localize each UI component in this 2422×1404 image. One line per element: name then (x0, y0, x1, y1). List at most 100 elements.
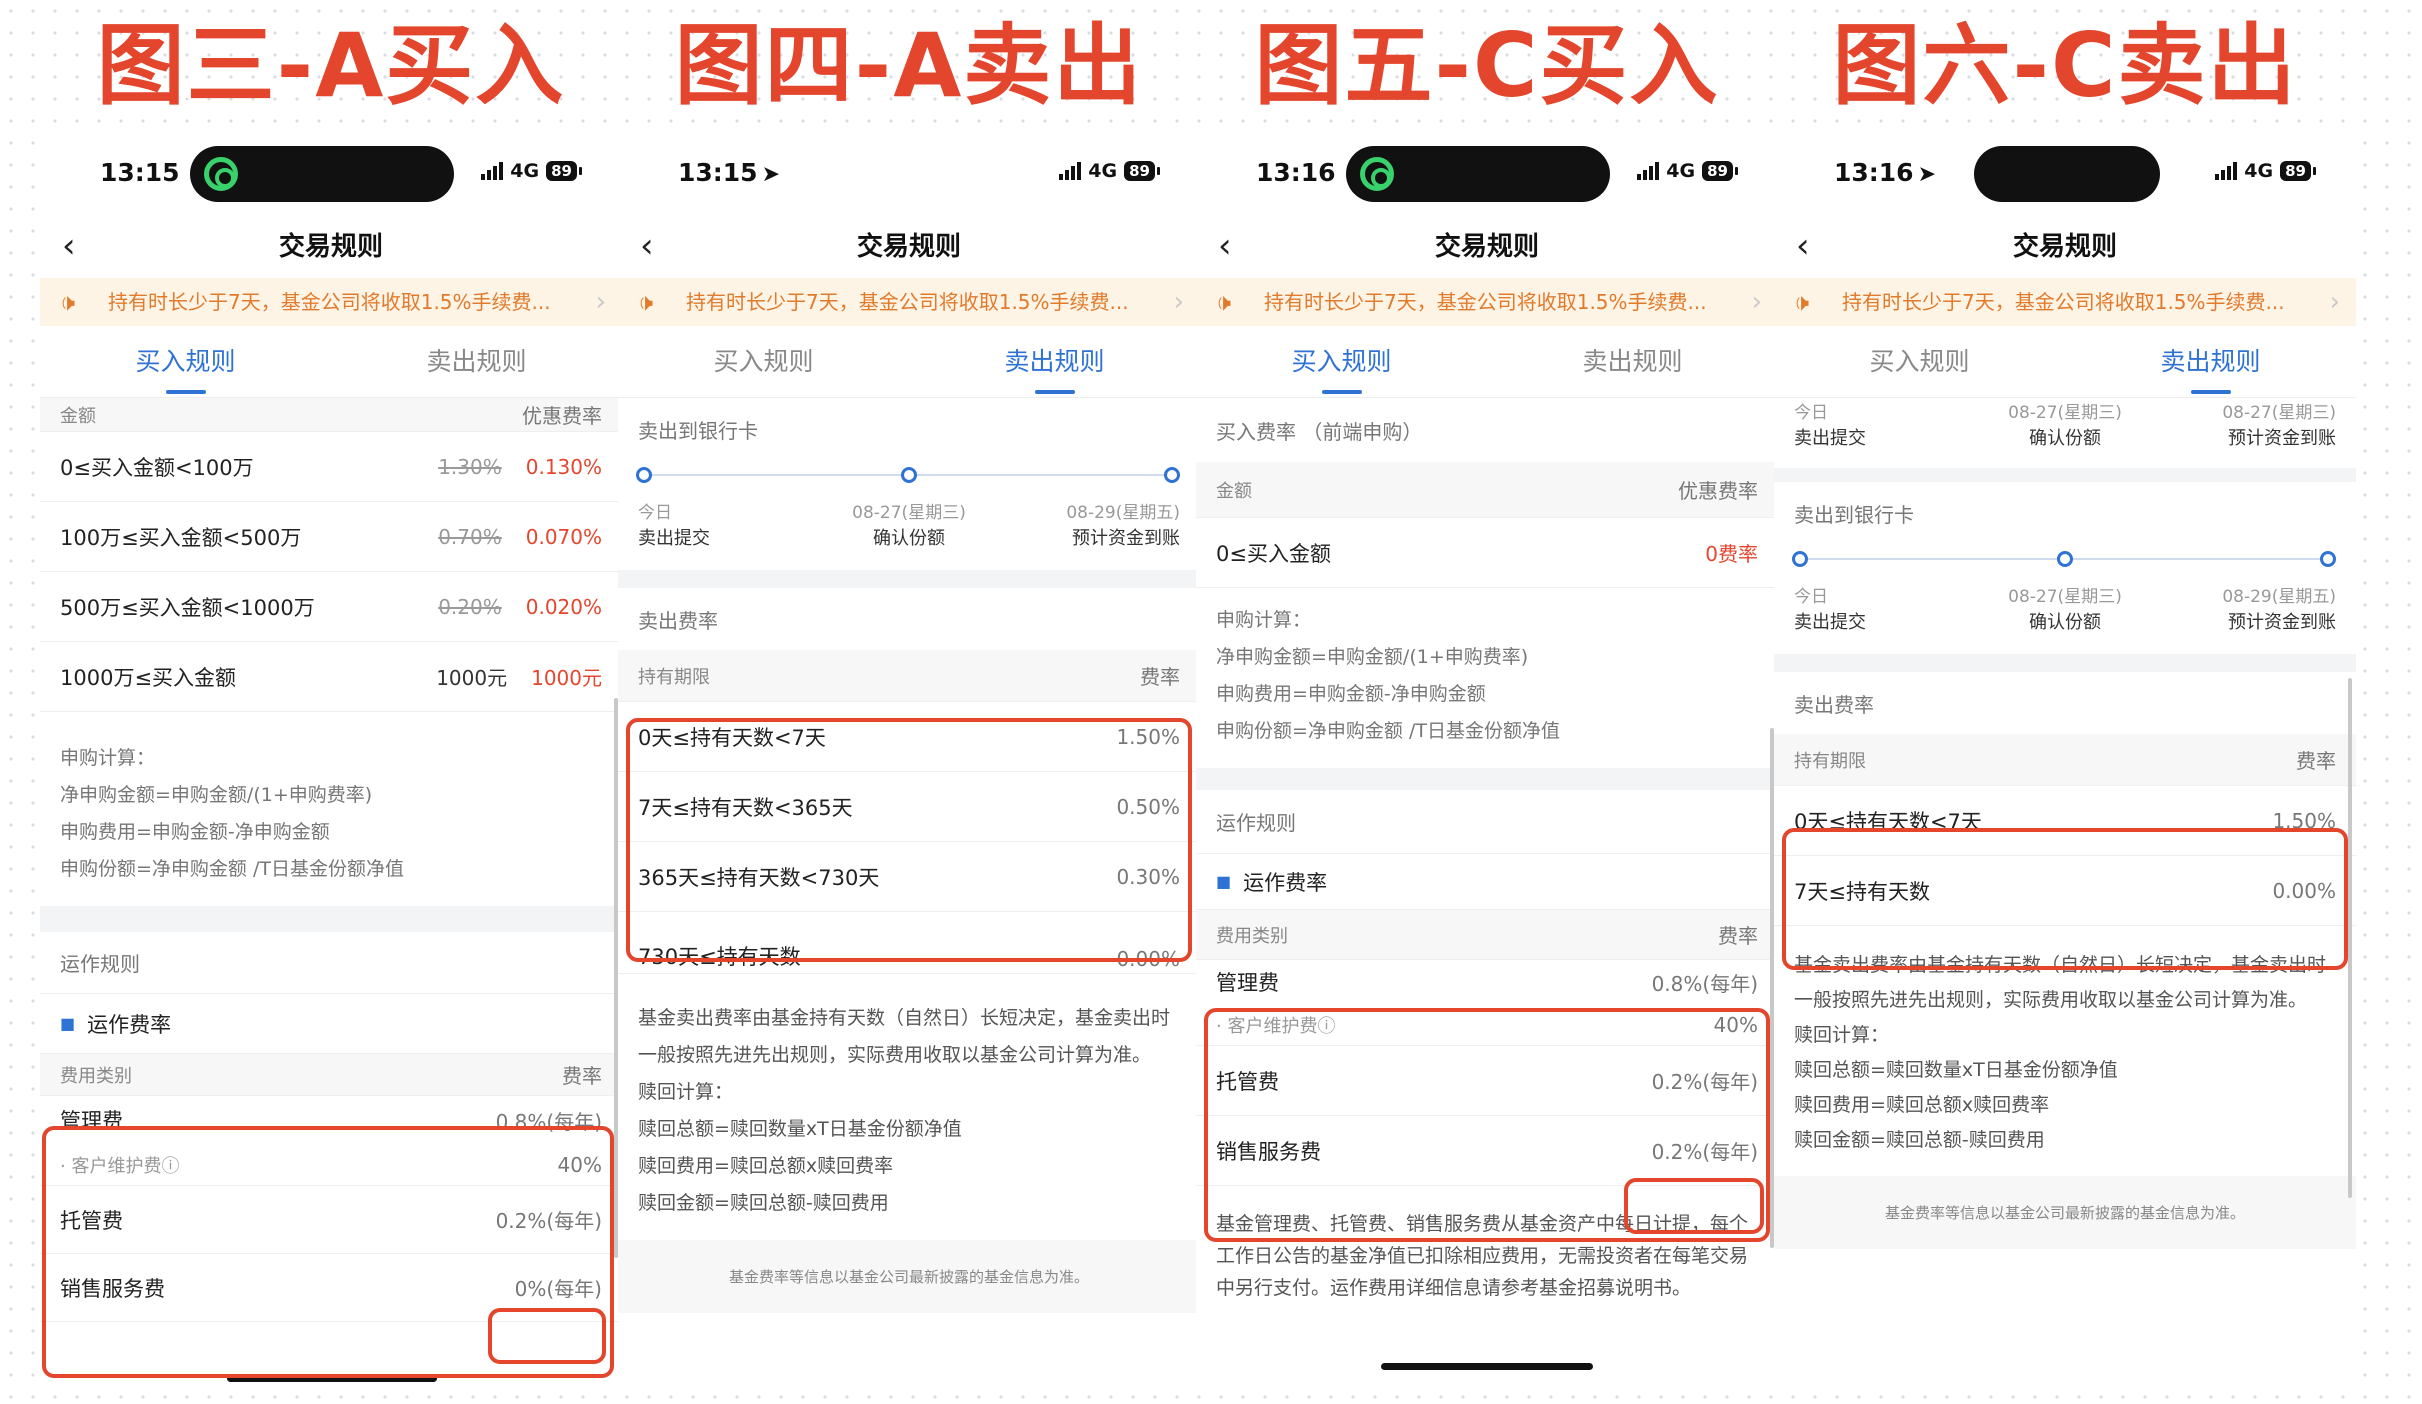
desc-paragraph: 基金卖出费率由基金持有天数（自然日）长短决定，基金卖出时一般按照先进先出规则，实… (638, 1007, 1171, 1066)
fee-sub-label[interactable]: · 客户维护费ⓘ (60, 1152, 558, 1178)
dynamic-island (190, 146, 454, 202)
holding-range: 7天≤持有天数 (1794, 879, 1930, 904)
notice-text: 持有时长少于7天，基金公司将收取1.5%手续费... (1842, 290, 2285, 314)
fee-value: 0.2%(每年) (1651, 1070, 1758, 1094)
header-fee-type: 费用类别 (1216, 925, 1288, 947)
sell-fee-title-row: 卖出费率 (618, 588, 1200, 650)
subscription-calc: 申购计算： 净申购金额=申购金额/(1+申购费率) 申购费用=申购金额-净申购金… (40, 712, 622, 906)
buy-fee-title: 买入费率 （前端申购） (1216, 419, 1423, 444)
fee-table-header: 持有期限 费率 (1774, 734, 2356, 786)
ops-table-header: 费用类别 费率 (40, 1054, 622, 1096)
table-row: 100万≤买入金额<500万 0.70% 0.070% (40, 502, 622, 572)
tab-sell-rules[interactable]: 卖出规则 (909, 326, 1200, 398)
tab-buy-rules[interactable]: 买入规则 (1774, 326, 2065, 398)
holding-range: 7天≤持有天数<365天 (638, 795, 853, 820)
nav-bar: ‹ 交易规则 (1196, 212, 1778, 274)
speaker-icon: 🕩 (1216, 288, 1232, 316)
fee-notice-banner[interactable]: 🕩 持有时长少于7天，基金公司将收取1.5%手续费... › (1774, 278, 2356, 326)
calc-line: 申购费用=申购金额-净申购金额 (60, 821, 330, 843)
discount-rate: 0.130% (525, 454, 602, 479)
sell-rate: 1.50% (2272, 808, 2336, 833)
home-indicator (227, 1375, 437, 1382)
sell-rate: 1.50% (1116, 724, 1180, 749)
signal-icon (1637, 162, 1660, 180)
subscription-calc: 申购计算： 净申购金额=申购金额/(1+申购费率) 申购费用=申购金额-净申购金… (1196, 588, 1778, 768)
dynamic-island (1346, 146, 1610, 202)
status-time: 13:15 (100, 158, 180, 187)
calc-line: 申购份额=净申购金额 /T日基金份额净值 (60, 858, 404, 880)
panel-title-2: 图四-A卖出 (674, 14, 1144, 117)
table-row: 7天≤持有天数<365天 0.50% (618, 772, 1200, 842)
calc-line: 赎回费用=赎回总额x赎回费率 (638, 1155, 894, 1177)
chevron-right-icon: › (1173, 287, 1184, 317)
holding-range: 730天≤持有天数 (638, 945, 801, 969)
ops-fee-description: 基金管理费、托管费、销售服务费从基金资产中每日计提，每个工作日公告的基金净值已扣… (1216, 1213, 1749, 1299)
rules-content[interactable]: 金额 优惠费率 0≤买入金额<100万 1.30% 0.130% 100万≤买入… (40, 398, 622, 1388)
scrollbar[interactable] (2348, 678, 2352, 1198)
sell-timeline: 今日 卖出提交 08-27(星期三) 确认份额 08-29(星期五) 预计资金到账 (1774, 544, 2356, 654)
calc-title: 申购计算： (60, 747, 156, 769)
status-bar: 13:15 4G 89 (40, 138, 622, 212)
network-label: 4G (2244, 160, 2274, 182)
status-bar: 13:16 ➤ 4G 89 (1774, 138, 2356, 212)
calc-line: 净申购金额=申购金额/(1+申购费率) (1216, 646, 1529, 668)
redemption-description: 基金卖出费率由基金持有天数（自然日）长短决定，基金卖出时一般按照先进先出规则，实… (618, 974, 1200, 1240)
location-arrow-icon: ➤ (1917, 162, 1937, 187)
calc-line: 净申购金额=申购金额/(1+申购费率) (60, 784, 373, 806)
timeline-step: 08-29(星期五) 预计资金到账 (2222, 587, 2336, 633)
rules-content[interactable]: 买入费率 （前端申购） 金额 优惠费率 0≤买入金额 0费率 申购计算： 净申购… (1196, 398, 1778, 1388)
fee-notice-banner[interactable]: 🕩 持有时长少于7天，基金公司将收取1.5%手续费... › (1196, 278, 1778, 326)
discount-rate: 1000元 (531, 666, 602, 690)
fee-table-header: 金额 优惠费率 (40, 398, 622, 432)
to-bank-title-row: 卖出到银行卡 (618, 398, 1200, 460)
rules-content[interactable]: 今日 卖出提交 08-27(星期三) 确认份额 08-27(星期三) 预计资金到账 卖… (1774, 398, 2356, 1388)
calc-line: 赎回总额=赎回数量xT日基金份额净值 (638, 1118, 962, 1140)
fee-label: 销售服务费 (60, 1276, 165, 1301)
ops-section-title: 运作规则 (40, 932, 622, 994)
fee-table-header: 持有期限 费率 (618, 650, 1200, 702)
tab-sell-rules[interactable]: 卖出规则 (1487, 326, 1778, 398)
timeline-dot (901, 467, 917, 483)
wechat-icon (1360, 157, 1394, 191)
speaker-icon: 🕩 (1794, 288, 1810, 316)
table-row: · 客户维护费ⓘ 40% (1196, 1004, 1778, 1046)
tab-buy-rules[interactable]: 买入规则 (40, 326, 331, 398)
sell-rate: 0.30% (1116, 864, 1180, 889)
tab-buy-rules[interactable]: 买入规则 (618, 326, 909, 398)
ops-title: 运作规则 (60, 952, 140, 976)
status-bar: 13:16 4G 89 (1196, 138, 1778, 212)
tab-sell-rules[interactable]: 卖出规则 (2065, 326, 2356, 398)
fee-table-header: 金额 优惠费率 (1196, 462, 1778, 518)
location-arrow-icon: ➤ (761, 162, 781, 187)
fee-notice-banner[interactable]: 🕩 持有时长少于7天，基金公司将收取1.5%手续费... › (618, 278, 1200, 326)
fee-sub-label[interactable]: · 客户维护费ⓘ (1216, 1012, 1714, 1038)
nav-bar: ‹ 交易规则 (618, 212, 1200, 274)
ops-subtitle: 运作费率 (87, 1012, 172, 1037)
table-row: 365天≤持有天数<730天 0.30% (618, 842, 1200, 912)
notice-text: 持有时长少于7天，基金公司将收取1.5%手续费... (686, 290, 1129, 314)
table-row: 管理费 0.8%(每年) (40, 1096, 622, 1144)
status-indicators: 4G 89 (1637, 160, 1738, 182)
ops-subtitle: 运作费率 (1243, 870, 1328, 895)
ops-title: 运作规则 (1216, 811, 1296, 835)
battery-icon: 89 (1124, 161, 1160, 181)
status-time: 13:15 ➤ (678, 158, 781, 187)
footer-disclaimer: 基金费率等信息以基金公司最新披露的基金信息为准。 (1774, 1176, 2356, 1249)
header-amount: 金额 (1216, 480, 1252, 502)
timeline-step: 08-27(星期三) 确认份额 (852, 503, 966, 549)
table-row: 0≤买入金额<100万 1.30% 0.130% (40, 432, 622, 502)
rules-content[interactable]: 卖出到银行卡 今日 卖出提交 08-27(星期三) 确认份额 08-29(星期五) 预… (618, 398, 1200, 1388)
fee-value: 0.8%(每年) (1651, 971, 1758, 996)
table-row: 0≤买入金额 0费率 (1196, 518, 1778, 588)
original-rate: 1000元 (436, 666, 508, 690)
fee-notice-banner[interactable]: 🕩 持有时长少于7天，基金公司将收取1.5%手续费... › (40, 278, 622, 326)
panel-title-4: 图六-C卖出 (1832, 14, 2298, 117)
section-divider (618, 570, 1200, 588)
header-amount: 金额 (60, 405, 96, 427)
table-row: 管理费 0.8%(每年) (1196, 960, 1778, 1004)
page-title: 交易规则 (856, 232, 961, 262)
tab-sell-rules[interactable]: 卖出规则 (331, 326, 622, 398)
original-rate: 0.20% (438, 594, 502, 619)
header-discount-rate: 优惠费率 (522, 404, 602, 428)
tab-buy-rules[interactable]: 买入规则 (1196, 326, 1487, 398)
